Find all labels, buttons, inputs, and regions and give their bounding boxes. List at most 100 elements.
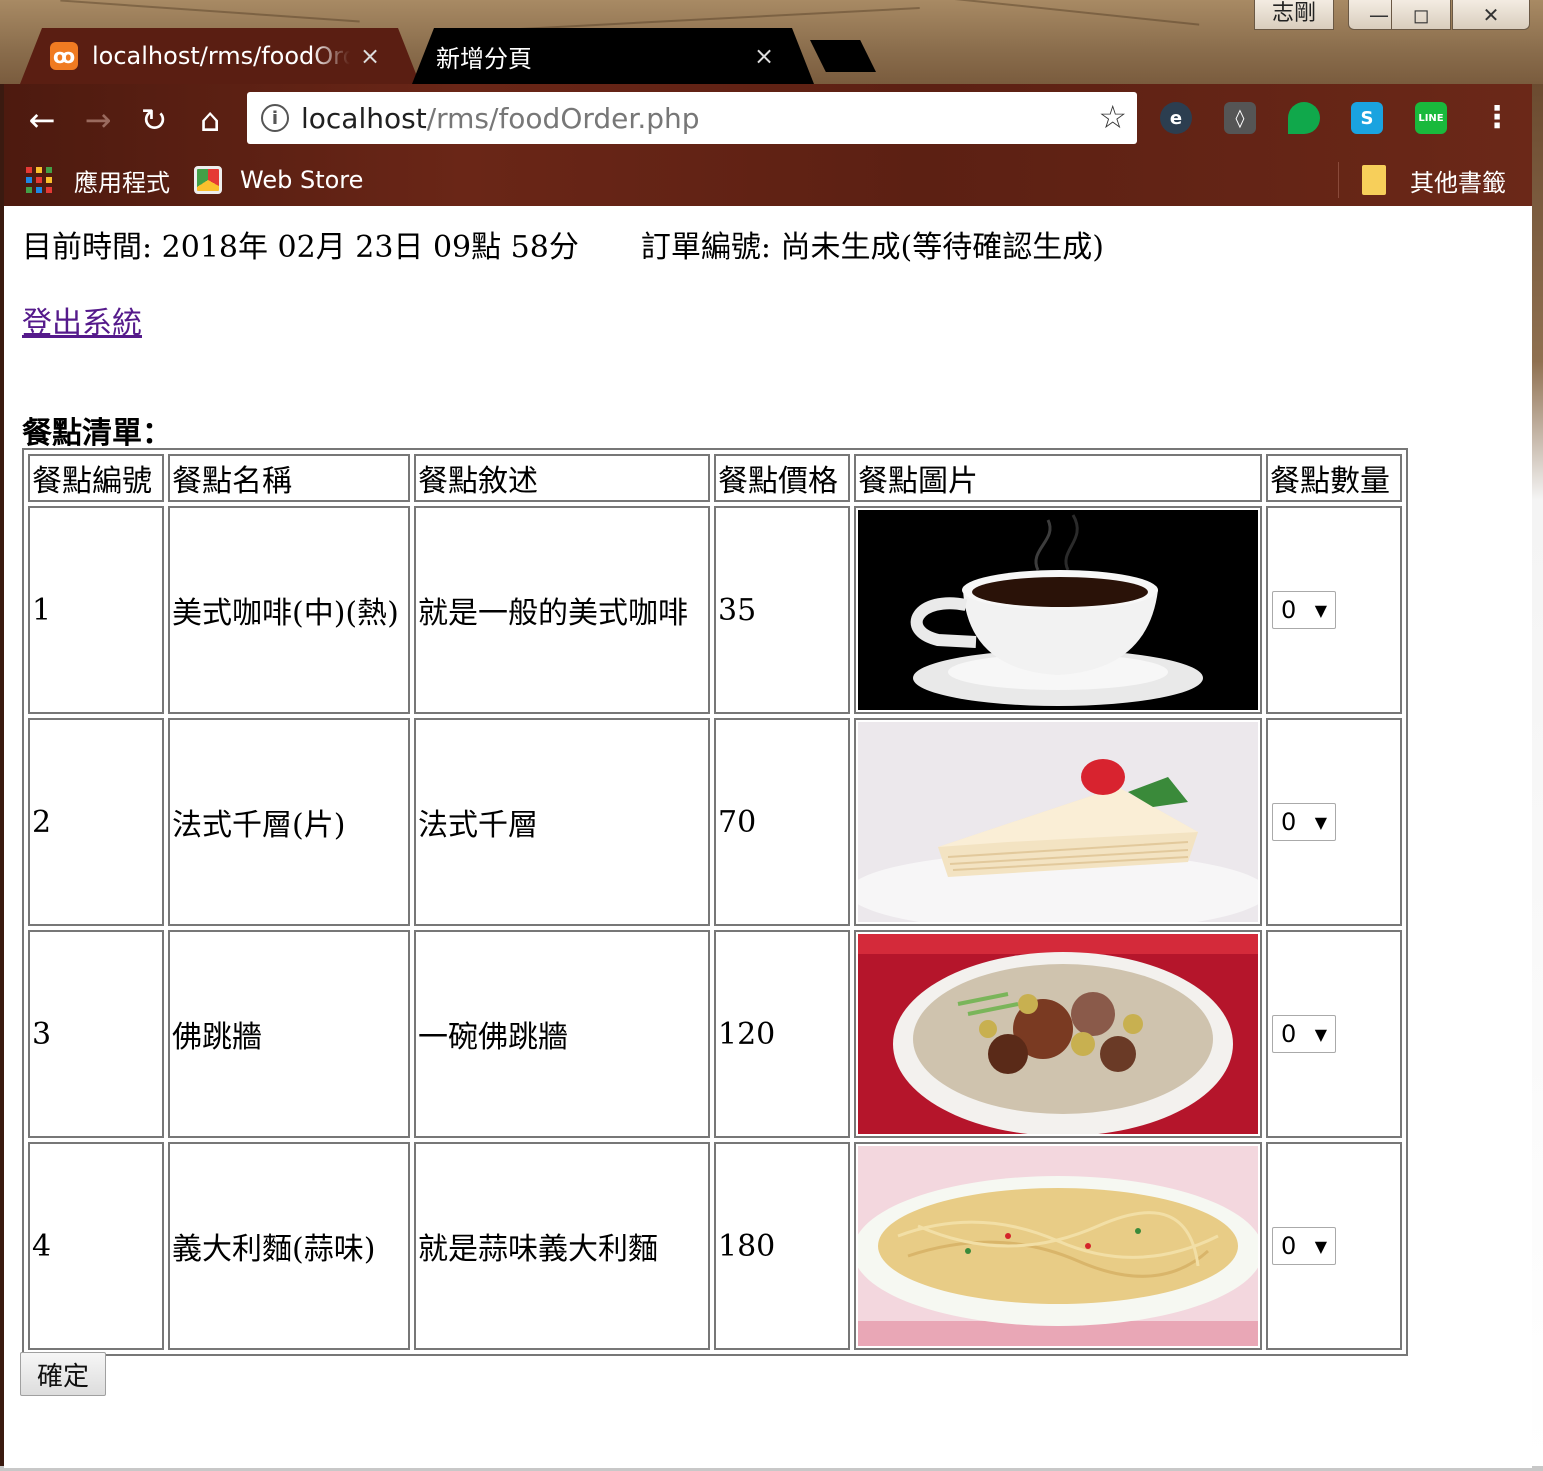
bookmark-webstore[interactable]: Web Store: [194, 162, 363, 198]
wallpaper-decoration: [500, 7, 920, 31]
bookmark-other[interactable]: 其他書籤: [1362, 162, 1506, 198]
keep-icon[interactable]: ◊: [1224, 102, 1256, 134]
profile-name-badge[interactable]: 志剛: [1254, 0, 1334, 30]
tab-new-page[interactable]: 新增分頁 ×: [412, 28, 814, 84]
cell-id: 1: [28, 506, 164, 714]
wallpaper-decoration: [900, 0, 1200, 26]
home-button[interactable]: ⌂: [188, 98, 232, 142]
back-button[interactable]: ←: [20, 98, 64, 142]
close-icon: ✕: [1482, 2, 1500, 27]
bookmark-label: 其他書籤: [1410, 168, 1506, 197]
cell-name: 義大利麵(蒜味): [168, 1142, 410, 1350]
dropdown-arrow-icon: ▼: [1314, 600, 1327, 620]
tab-title: 新增分頁: [436, 44, 532, 73]
address-bar[interactable]: i localhost/rms/foodOrder.php ☆: [247, 92, 1137, 144]
column-header-qty: 餐點數量: [1266, 454, 1402, 502]
dropdown-arrow-icon: ▼: [1314, 812, 1327, 832]
cell-price: 35: [714, 506, 850, 714]
more-menu-icon[interactable]: ⋮: [1482, 98, 1512, 142]
column-header-price: 餐點價格: [714, 454, 850, 502]
info-icon[interactable]: i: [261, 104, 289, 132]
cell-image: [854, 718, 1262, 926]
bookmarks-bar: 應用程式 Web Store 其他書籤: [4, 154, 1532, 206]
logout-link[interactable]: 登出系統: [22, 298, 142, 342]
cell-image: [854, 1142, 1262, 1350]
cell-image: [854, 930, 1262, 1138]
cell-id: 2: [28, 718, 164, 926]
page-content: 目前時間: 2018年 02月 23日 09點 58分 訂單編號: 尚未生成(等待…: [4, 206, 1532, 1468]
quantity-select[interactable]: 0 ▼: [1272, 591, 1336, 629]
apps-grid-icon: [26, 167, 52, 193]
cell-price: 180: [714, 1142, 850, 1350]
cell-price: 70: [714, 718, 850, 926]
table-row: 4 義大利麵(蒜味) 就是蒜味義大利麵 180 0 ▼: [28, 1142, 1402, 1350]
star-icon[interactable]: ☆: [1098, 98, 1127, 136]
column-header-desc: 餐點敘述: [414, 454, 710, 502]
cell-name: 美式咖啡(中)(熱): [168, 506, 410, 714]
table-header-row: 餐點編號 餐點名稱 餐點敘述 餐點價格 餐點圖片 餐點數量: [28, 454, 1402, 502]
cell-desc: 就是一般的美式咖啡: [414, 506, 710, 714]
forward-button[interactable]: →: [76, 98, 120, 142]
maximize-icon: ◻: [1412, 2, 1430, 27]
soup-image: [858, 934, 1258, 1134]
desktop-background: [1532, 84, 1543, 1471]
table-row: 2 法式千層(片) 法式千層 70 0 ▼: [28, 718, 1402, 926]
home-icon: ⌂: [199, 101, 221, 139]
confirm-button[interactable]: 確定: [20, 1352, 106, 1396]
close-window-button[interactable]: ✕: [1452, 0, 1530, 30]
reload-icon: ↻: [140, 101, 168, 139]
bookmark-apps[interactable]: 應用程式: [26, 162, 170, 198]
coffee-image: [858, 510, 1258, 710]
xampp-icon: ꝏ: [50, 42, 78, 70]
current-time: 目前時間: 2018年 02月 23日 09點 58分: [22, 230, 579, 265]
skype-icon[interactable]: S: [1351, 102, 1383, 134]
window-title-bar: 志剛 — ◻ ✕ ꝏ localhost/rms/foodOrder.php ×…: [0, 0, 1543, 84]
tab-foodorder[interactable]: ꝏ localhost/rms/foodOrder.php ×: [20, 28, 420, 84]
quantity-select[interactable]: 0 ▼: [1272, 1015, 1336, 1053]
cell-qty: 0 ▼: [1266, 718, 1402, 926]
new-tab-button[interactable]: [810, 40, 876, 72]
url-path: /rms/foodOrder.php: [426, 101, 700, 135]
wallpaper-decoration: [60, 0, 360, 23]
cell-id: 3: [28, 930, 164, 1138]
cell-desc: 一碗佛跳牆: [414, 930, 710, 1138]
hangouts-icon[interactable]: [1288, 102, 1320, 134]
table-row: 3 佛跳牆 一碗佛跳牆 120 0 ▼: [28, 930, 1402, 1138]
cell-qty: 0 ▼: [1266, 930, 1402, 1138]
bookmark-label: Web Store: [240, 166, 364, 194]
line-icon[interactable]: LINE: [1415, 102, 1447, 134]
minimize-icon: —: [1369, 2, 1389, 27]
column-header-name: 餐點名稱: [168, 454, 410, 502]
evernote-icon[interactable]: e: [1160, 102, 1192, 134]
tab-title: localhost/rms/foodOrder.php: [92, 42, 343, 70]
cell-name: 法式千層(片): [168, 718, 410, 926]
dropdown-arrow-icon: ▼: [1314, 1024, 1327, 1044]
pasta-image: [858, 1146, 1258, 1346]
tab-close-icon[interactable]: ×: [350, 42, 390, 70]
cell-id: 4: [28, 1142, 164, 1350]
quantity-select[interactable]: 0 ▼: [1272, 803, 1336, 841]
bookmark-label: 應用程式: [74, 168, 170, 197]
quantity-value: 0: [1281, 1020, 1297, 1048]
quantity-select[interactable]: 0 ▼: [1272, 1227, 1336, 1265]
dropdown-arrow-icon: ▼: [1314, 1236, 1327, 1256]
browser-toolbar: ← → ↻ ⌂ i localhost/rms/foodOrder.php ☆ …: [4, 84, 1532, 154]
cell-desc: 就是蒜味義大利麵: [414, 1142, 710, 1350]
arrow-left-icon: ←: [28, 101, 56, 139]
column-header-id: 餐點編號: [28, 454, 164, 502]
quantity-value: 0: [1281, 596, 1297, 624]
maximize-button[interactable]: ◻: [1391, 0, 1451, 30]
tab-close-icon[interactable]: ×: [744, 42, 784, 70]
cell-qty: 0 ▼: [1266, 1142, 1402, 1350]
webstore-icon: [194, 166, 222, 194]
cell-image: [854, 506, 1262, 714]
order-number: 訂單編號: 尚未生成(等待確認生成): [640, 230, 1104, 265]
cell-desc: 法式千層: [414, 718, 710, 926]
reload-button[interactable]: ↻: [132, 98, 176, 142]
table-row: 1 美式咖啡(中)(熱) 就是一般的美式咖啡 35 0 ▼: [28, 506, 1402, 714]
cell-price: 120: [714, 930, 850, 1138]
quantity-value: 0: [1281, 808, 1297, 836]
cell-name: 佛跳牆: [168, 930, 410, 1138]
quantity-value: 0: [1281, 1232, 1297, 1260]
menu-table: 餐點編號 餐點名稱 餐點敘述 餐點價格 餐點圖片 餐點數量 1 美式咖啡(中)(…: [22, 448, 1408, 1356]
